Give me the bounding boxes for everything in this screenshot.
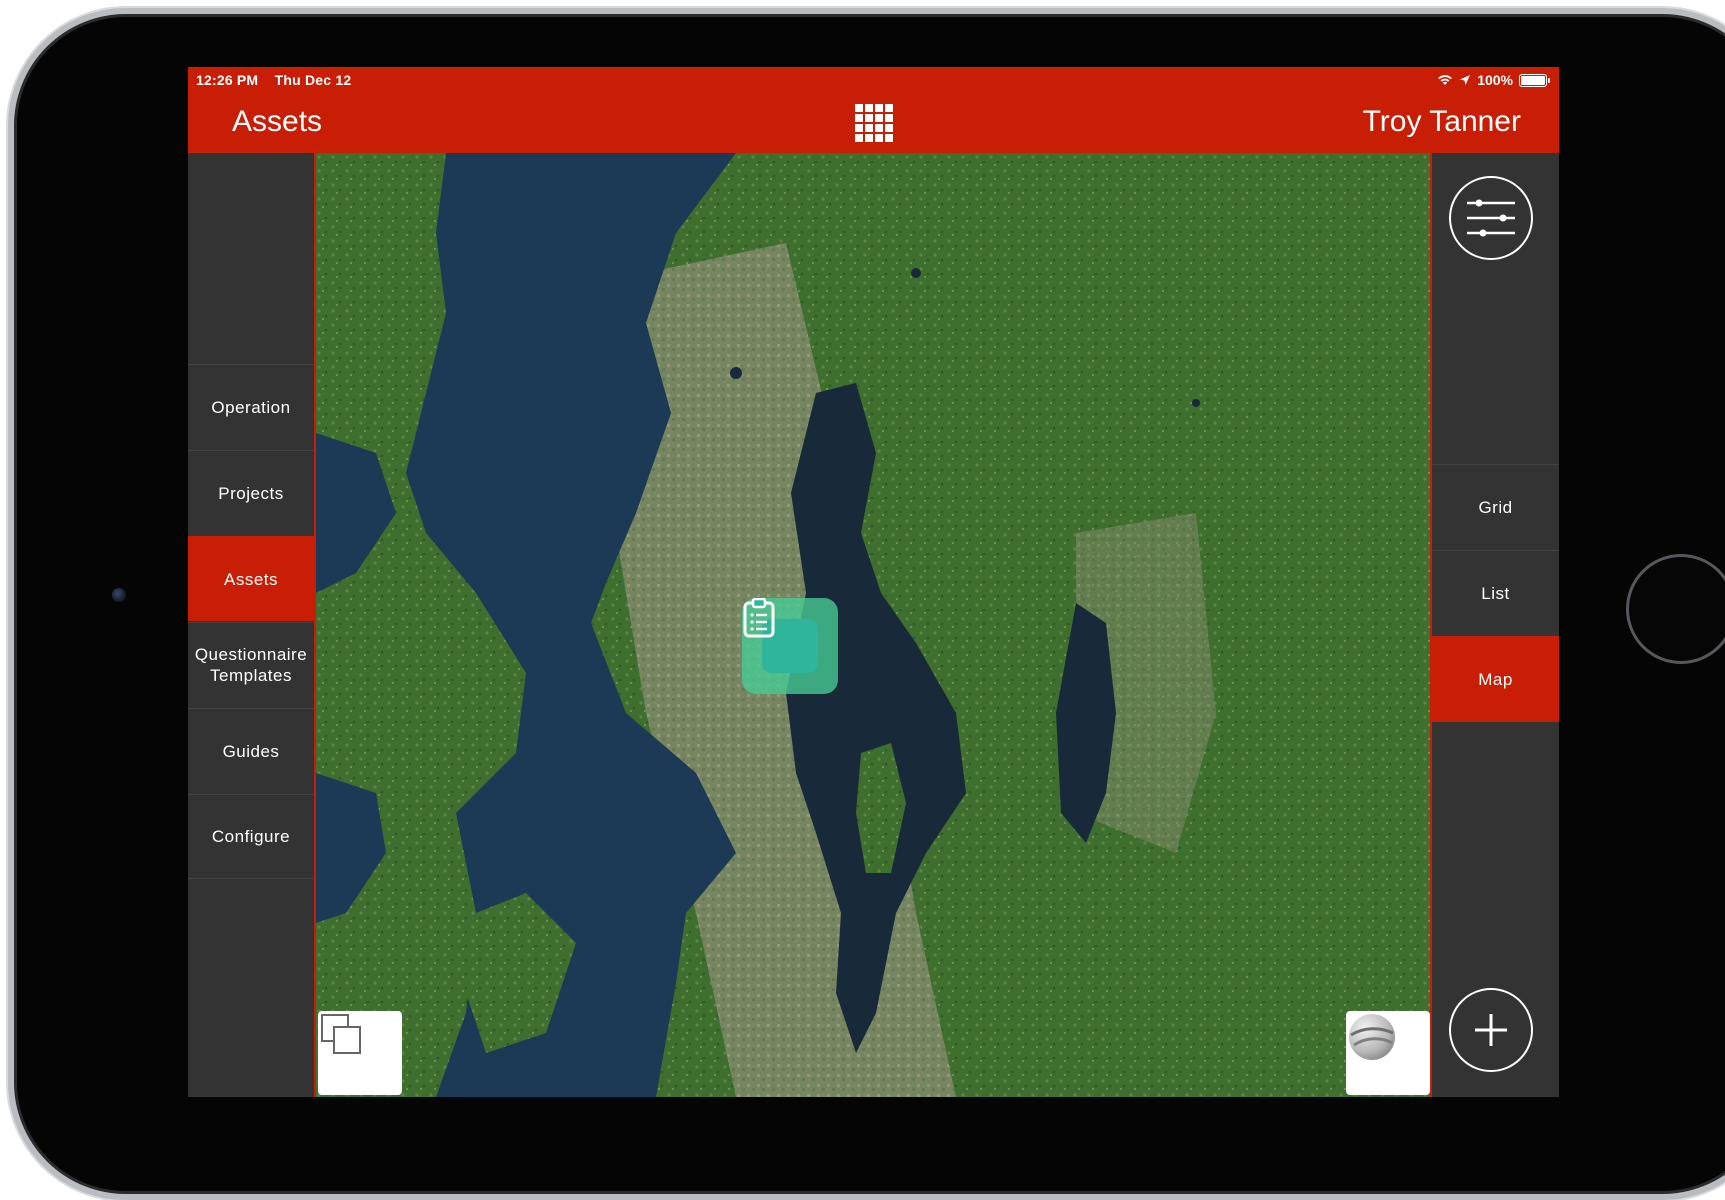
view-list-label: List [1481, 583, 1510, 603]
home-button[interactable] [1626, 554, 1725, 664]
sidebar-item-label: Assets [223, 569, 279, 589]
front-camera [112, 588, 126, 602]
location-arrow-icon [1460, 75, 1471, 85]
add-asset-button[interactable] [1449, 988, 1533, 1072]
app-screen: 12:26 PM Thu Dec 12 100% Assets Troy Tan… [188, 67, 1559, 1097]
sidebar-item-assets[interactable]: Assets [188, 536, 314, 621]
view-map-tab[interactable]: Map [1432, 636, 1559, 722]
status-time: 12:26 PM Thu Dec 12 [196, 72, 351, 88]
right-panel: Grid List Map [1432, 153, 1559, 1097]
status-clock: 12:26 PM [196, 72, 259, 88]
view-map-label: Map [1478, 669, 1513, 689]
earth-view-button[interactable] [1346, 1011, 1430, 1095]
view-list-tab[interactable]: List [1432, 550, 1559, 636]
top-bar: 12:26 PM Thu Dec 12 100% Assets Troy Tan… [188, 67, 1559, 153]
left-sidebar: Operation Projects Assets Questionnaire … [188, 153, 314, 1097]
layers-icon [321, 1014, 361, 1054]
sidebar-item-label: Operation [211, 397, 291, 417]
sidebar-item-label: Questionnaire Templates [194, 645, 308, 685]
view-grid-tab[interactable]: Grid [1432, 464, 1559, 550]
page-title: Assets [232, 105, 323, 138]
sidebar-item-configure[interactable]: Configure [188, 794, 314, 879]
sidebar-item-questionnaire-templates[interactable]: Questionnaire Templates [188, 622, 314, 707]
plus-icon [1475, 1014, 1507, 1046]
sidebar-item-projects[interactable]: Projects [188, 450, 314, 535]
filter-button[interactable] [1449, 176, 1533, 260]
satellite-map[interactable] [314, 153, 1432, 1097]
status-indicators: 100% [1437, 72, 1550, 88]
globe-icon [1349, 1014, 1395, 1060]
status-date: Thu Dec 12 [274, 72, 352, 88]
map-terrain [316, 153, 1430, 1097]
battery-icon [1519, 73, 1550, 87]
sidebar-item-label: Configure [211, 827, 291, 846]
sliders-icon [1467, 199, 1515, 237]
sidebar-item-label: Guides [222, 741, 280, 761]
battery-percent: 100% [1477, 72, 1513, 88]
sidebar-item-operation[interactable]: Operation [188, 364, 314, 449]
sidebar-item-guides[interactable]: Guides [188, 708, 314, 793]
sidebar-item-label: Projects [218, 483, 284, 503]
asset-marker[interactable] [742, 598, 838, 694]
layers-button[interactable] [318, 1011, 402, 1095]
view-grid-label: Grid [1478, 497, 1513, 517]
apps-grid-icon[interactable] [855, 104, 893, 142]
wifi-icon [1438, 75, 1452, 85]
user-name[interactable]: Troy Tanner [1363, 105, 1521, 139]
clipboard-icon [743, 598, 818, 673]
